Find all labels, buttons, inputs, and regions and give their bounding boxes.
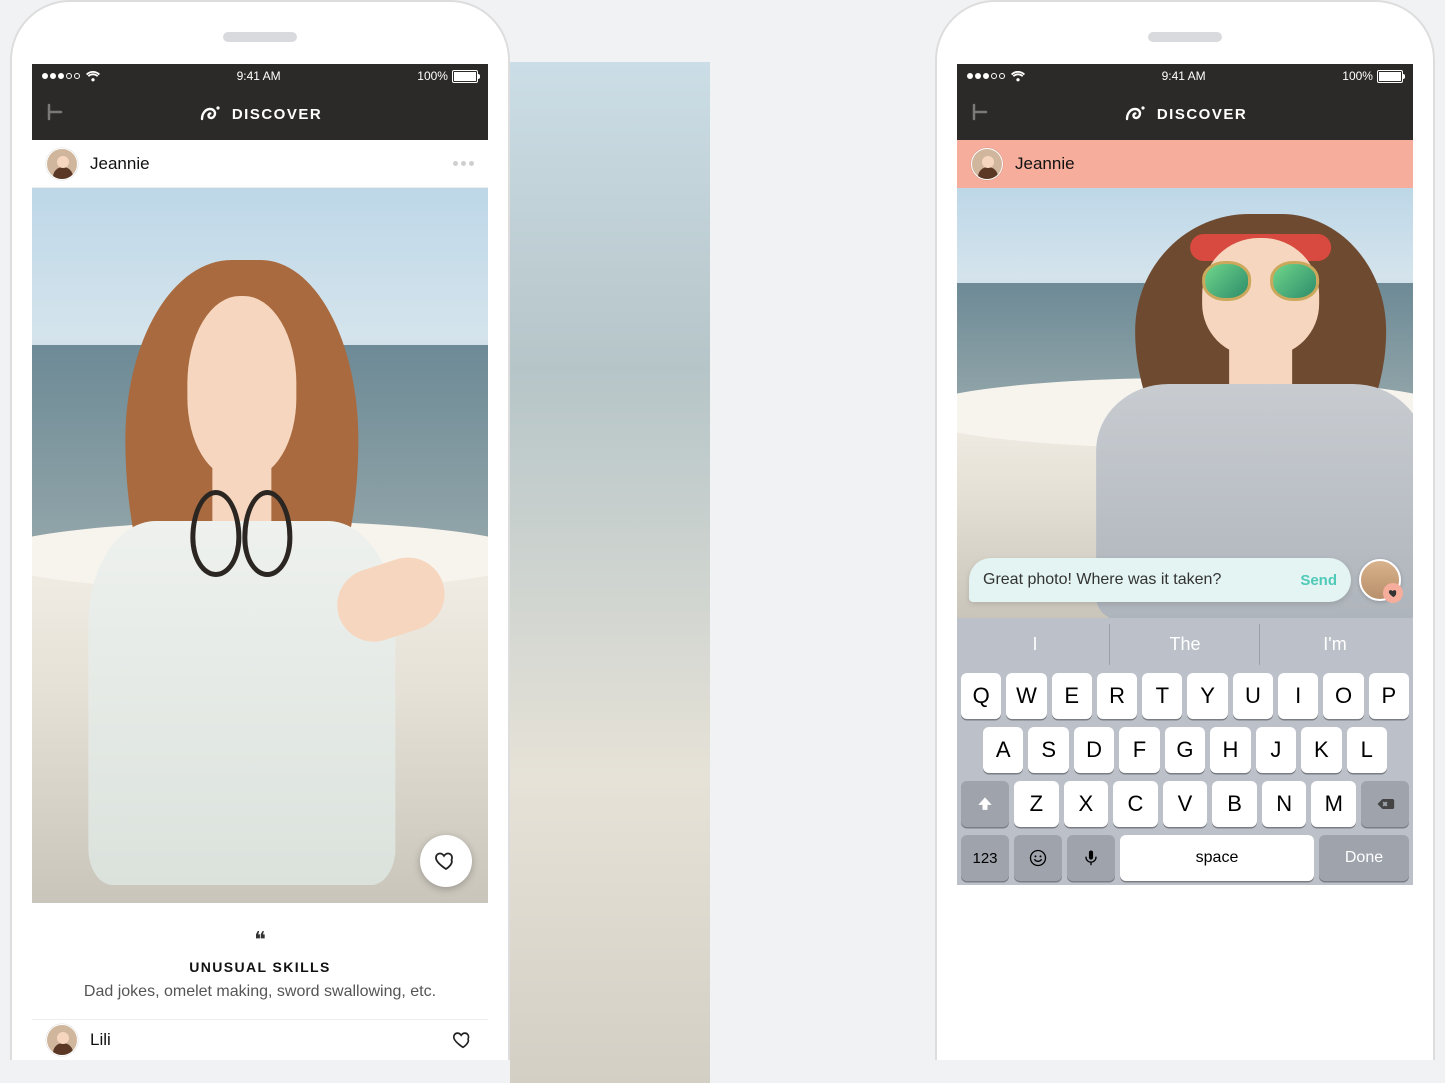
- suggestion-key[interactable]: I'm: [1261, 624, 1409, 665]
- message-compose-row: Great photo! Where was it taken? Send: [969, 558, 1401, 602]
- sender-avatar: [1359, 559, 1401, 601]
- status-time: 9:41 AM: [1162, 69, 1206, 83]
- status-time: 9:41 AM: [237, 69, 281, 83]
- send-button[interactable]: Send: [1300, 572, 1337, 589]
- key[interactable]: F: [1119, 727, 1159, 773]
- signal-dots-icon: [42, 73, 80, 79]
- key[interactable]: S: [1028, 727, 1068, 773]
- profile-avatar: [46, 148, 78, 180]
- shift-key[interactable]: [961, 781, 1009, 827]
- keyboard-row-2: A S D F G H J K L: [961, 727, 1409, 773]
- key[interactable]: Q: [961, 673, 1001, 719]
- profile-bar[interactable]: Jeannie: [32, 140, 488, 188]
- next-profile-peek[interactable]: Lili: [32, 1020, 488, 1060]
- wifi-icon: [1011, 71, 1025, 82]
- backspace-key[interactable]: [1361, 781, 1409, 827]
- key[interactable]: R: [1097, 673, 1137, 719]
- app-logo-icon: [1123, 102, 1147, 126]
- key[interactable]: P: [1369, 673, 1409, 719]
- message-input[interactable]: Great photo! Where was it taken? Send: [969, 558, 1351, 602]
- keyboard-row-4: 123 space Done: [961, 835, 1409, 881]
- header-title: DISCOVER: [232, 106, 322, 123]
- header-title: DISCOVER: [1157, 106, 1247, 123]
- app-header: DISCOVER: [957, 88, 1413, 140]
- profile-name: Jeannie: [90, 154, 150, 174]
- prompt-body: Dad jokes, omelet making, sword swallowi…: [50, 983, 470, 1001]
- status-bar: 9:41 AM 100%: [957, 64, 1413, 88]
- phone-speaker: [223, 32, 297, 42]
- key[interactable]: N: [1262, 781, 1307, 827]
- battery-icon: 100%: [417, 69, 478, 83]
- signal-dots-icon: [967, 73, 1005, 79]
- prompt-card[interactable]: ❝ UNUSUAL SKILLS Dad jokes, omelet makin…: [32, 903, 488, 1020]
- app-header: DISCOVER: [32, 88, 488, 140]
- app-logo-icon: [198, 102, 222, 126]
- space-key[interactable]: space: [1120, 835, 1314, 881]
- profile-name: Jeannie: [1015, 154, 1075, 174]
- prompt-title: UNUSUAL SKILLS: [50, 959, 470, 975]
- key[interactable]: T: [1142, 673, 1182, 719]
- profile-photo[interactable]: Great photo! Where was it taken? Send: [957, 188, 1413, 618]
- key[interactable]: C: [1113, 781, 1158, 827]
- heart-badge-icon: [1383, 583, 1403, 603]
- key[interactable]: X: [1064, 781, 1109, 827]
- profile-bar[interactable]: Jeannie: [957, 140, 1413, 188]
- key[interactable]: G: [1165, 727, 1205, 773]
- key[interactable]: H: [1210, 727, 1250, 773]
- profile-photo[interactable]: [32, 188, 488, 903]
- like-button[interactable]: [420, 835, 472, 887]
- key[interactable]: A: [983, 727, 1023, 773]
- key[interactable]: U: [1233, 673, 1273, 719]
- background-bleed: [510, 62, 710, 1083]
- emoji-key[interactable]: [1014, 835, 1062, 881]
- keyboard-row-1: Q W E R T Y U I O P: [961, 673, 1409, 719]
- peek-name: Lili: [90, 1030, 111, 1050]
- mic-key[interactable]: [1067, 835, 1115, 881]
- key[interactable]: L: [1347, 727, 1387, 773]
- status-bar: 9:41 AM 100%: [32, 64, 488, 88]
- phone-left: 9:41 AM 100% DISCOVER Jeannie: [10, 0, 510, 1060]
- keyboard-row-3: Z X C V B N M: [961, 781, 1409, 827]
- wifi-icon: [86, 71, 100, 82]
- key[interactable]: Y: [1187, 673, 1227, 719]
- key[interactable]: Z: [1014, 781, 1059, 827]
- peek-avatar: [46, 1024, 78, 1056]
- keyboard: I The I'm Q W E R T Y U I O P A S D F: [957, 618, 1413, 885]
- heart-icon: [452, 1029, 474, 1051]
- key[interactable]: O: [1323, 673, 1363, 719]
- key[interactable]: I: [1278, 673, 1318, 719]
- menu-icon[interactable]: [969, 101, 991, 128]
- profile-avatar: [971, 148, 1003, 180]
- done-key[interactable]: Done: [1319, 835, 1409, 881]
- numbers-key[interactable]: 123: [961, 835, 1009, 881]
- quote-icon: ❝: [50, 927, 470, 953]
- suggestion-key[interactable]: The: [1111, 624, 1260, 665]
- key[interactable]: M: [1311, 781, 1356, 827]
- suggestion-key[interactable]: I: [961, 624, 1110, 665]
- key[interactable]: D: [1074, 727, 1114, 773]
- key[interactable]: W: [1006, 673, 1046, 719]
- more-icon[interactable]: [453, 161, 474, 166]
- menu-icon[interactable]: [44, 101, 66, 128]
- key[interactable]: J: [1256, 727, 1296, 773]
- key[interactable]: K: [1301, 727, 1341, 773]
- message-text: Great photo! Where was it taken?: [983, 571, 1300, 589]
- battery-icon: 100%: [1342, 69, 1403, 83]
- key[interactable]: E: [1052, 673, 1092, 719]
- phone-speaker: [1148, 32, 1222, 42]
- keyboard-suggestions: I The I'm: [961, 624, 1409, 665]
- key[interactable]: V: [1163, 781, 1208, 827]
- key[interactable]: B: [1212, 781, 1257, 827]
- phone-right: 9:41 AM 100% DISCOVER Jeannie: [935, 0, 1435, 1060]
